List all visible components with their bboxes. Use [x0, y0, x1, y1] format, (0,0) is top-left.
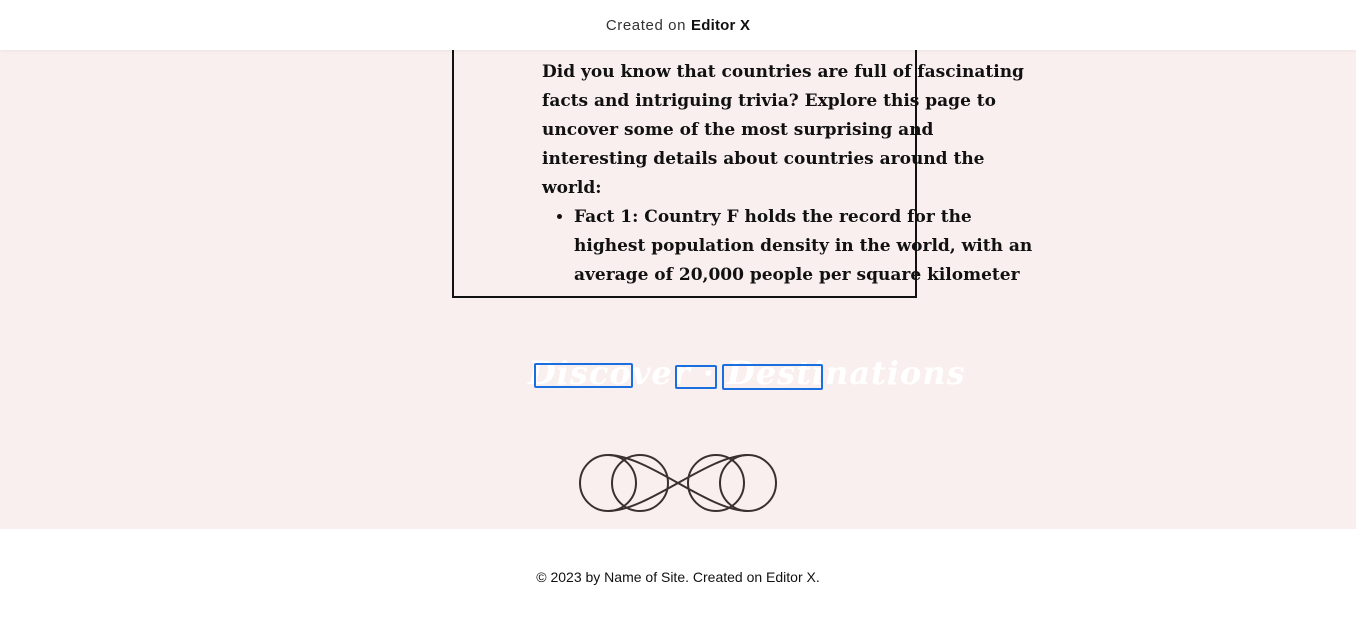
footer-copyright: © 2023 by Name of Site. Created on Edito… [536, 569, 820, 585]
infinity-knot-icon [579, 454, 777, 512]
nav-button-3[interactable] [722, 364, 823, 390]
nav-button-2[interactable] [675, 365, 717, 389]
editor-x-banner[interactable]: Created on Editor X [0, 0, 1356, 50]
page: Created on Editor X Did you know that cou… [0, 0, 1356, 629]
banner-text: Created on Editor X [606, 17, 750, 34]
banner-brand[interactable]: Editor X [691, 17, 750, 34]
banner-prefix: Created on [605, 16, 687, 34]
footer: © 2023 by Name of Site. Created on Edito… [0, 529, 1356, 629]
nav-button-1[interactable] [534, 363, 633, 388]
content-section: Did you know that countries are full of … [0, 48, 1356, 529]
